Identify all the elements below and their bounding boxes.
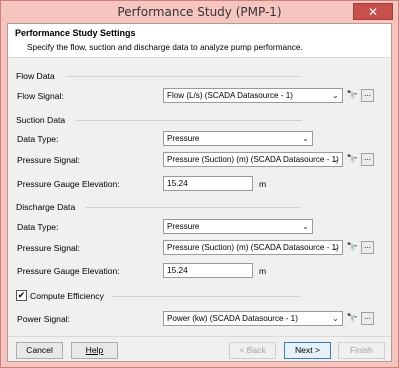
binoculars-icon[interactable]: 🔭	[346, 153, 359, 166]
discharge-gauge-elevation-label: Pressure Gauge Elevation:	[17, 266, 120, 276]
flow-data-divider	[66, 76, 301, 77]
chevron-down-icon: ⌄	[332, 314, 339, 323]
footer-divider	[8, 336, 391, 337]
flow-signal-value: Flow (L/s) (SCADA Datasource - 1)	[167, 91, 293, 100]
suction-data-type-select[interactable]: Pressure ⌄	[163, 131, 313, 146]
ellipsis-button[interactable]: ...	[361, 312, 374, 325]
suction-data-divider	[76, 120, 302, 121]
compute-efficiency-checkbox[interactable]: ✔	[16, 290, 27, 301]
suction-pressure-signal-value: Pressure (Suction) (m) (SCADA Datasource…	[167, 155, 339, 164]
suction-pressure-signal-select[interactable]: Pressure (Suction) (m) (SCADA Datasource…	[163, 152, 343, 167]
chevron-down-icon: ⌄	[302, 134, 309, 143]
suction-gauge-elevation-input[interactable]: 15.24	[163, 176, 253, 191]
suction-elevation-unit: m	[259, 179, 267, 189]
compute-efficiency-label: Compute Efficiency	[30, 291, 104, 301]
next-button[interactable]: Next >	[284, 342, 331, 359]
suction-data-type-label: Data Type:	[17, 134, 59, 144]
wizard-header: Performance Study Settings Specify the f…	[8, 24, 391, 58]
efficiency-divider	[111, 296, 301, 297]
window-title: Performance Study (PMP-1)	[117, 5, 282, 19]
header-title: Performance Study Settings	[15, 28, 136, 38]
binoculars-icon[interactable]: 🔭	[346, 312, 359, 325]
chevron-down-icon: ⌄	[332, 155, 339, 164]
finish-button[interactable]: Finish	[338, 342, 385, 359]
binoculars-icon[interactable]: 🔭	[346, 89, 359, 102]
discharge-data-group-title: Discharge Data	[16, 202, 76, 212]
discharge-pressure-signal-label: Pressure Signal:	[17, 243, 81, 253]
discharge-data-type-label: Data Type:	[17, 222, 59, 232]
flow-data-group-title: Flow Data	[16, 71, 55, 81]
discharge-elevation-unit: m	[259, 266, 267, 276]
ellipsis-button[interactable]: ...	[361, 89, 374, 102]
discharge-data-type-value: Pressure	[167, 222, 200, 231]
chevron-down-icon: ⌄	[332, 243, 339, 252]
suction-gauge-elevation-label: Pressure Gauge Elevation:	[17, 179, 120, 189]
ellipsis-button[interactable]: ...	[361, 153, 374, 166]
chevron-down-icon: ⌄	[332, 91, 339, 100]
dialog-window: Performance Study (PMP-1) ✕ Performance …	[0, 0, 399, 368]
suction-data-group-title: Suction Data	[16, 115, 66, 125]
suction-pressure-signal-label: Pressure Signal:	[17, 155, 81, 165]
header-description: Specify the flow, suction and discharge …	[27, 42, 303, 52]
dialog-client: Performance Study Settings Specify the f…	[7, 23, 392, 362]
discharge-pressure-signal-select[interactable]: Pressure (Suction) (m) (SCADA Datasource…	[163, 240, 343, 255]
back-button[interactable]: < Back	[229, 342, 276, 359]
discharge-data-divider	[86, 207, 301, 208]
help-button-label: Help	[85, 345, 104, 355]
suction-data-type-value: Pressure	[167, 134, 200, 143]
flow-signal-select[interactable]: Flow (L/s) (SCADA Datasource - 1) ⌄	[163, 88, 343, 103]
power-signal-value: Power (kw) (SCADA Datasource - 1)	[167, 314, 298, 323]
power-signal-select[interactable]: Power (kw) (SCADA Datasource - 1) ⌄	[163, 311, 343, 326]
close-button[interactable]: ✕	[353, 3, 393, 20]
binoculars-icon[interactable]: 🔭	[346, 241, 359, 254]
discharge-gauge-elevation-input[interactable]: 15.24	[163, 263, 253, 278]
help-button[interactable]: Help	[71, 342, 118, 359]
close-icon: ✕	[367, 5, 379, 19]
discharge-pressure-signal-value: Pressure (Suction) (m) (SCADA Datasource…	[167, 243, 339, 252]
chevron-down-icon: ⌄	[302, 222, 309, 231]
cancel-button[interactable]: Cancel	[16, 342, 63, 359]
power-signal-label: Power Signal:	[17, 314, 71, 324]
discharge-data-type-select[interactable]: Pressure ⌄	[163, 219, 313, 234]
ellipsis-button[interactable]: ...	[361, 241, 374, 254]
flow-signal-label: Flow Signal:	[17, 91, 64, 101]
